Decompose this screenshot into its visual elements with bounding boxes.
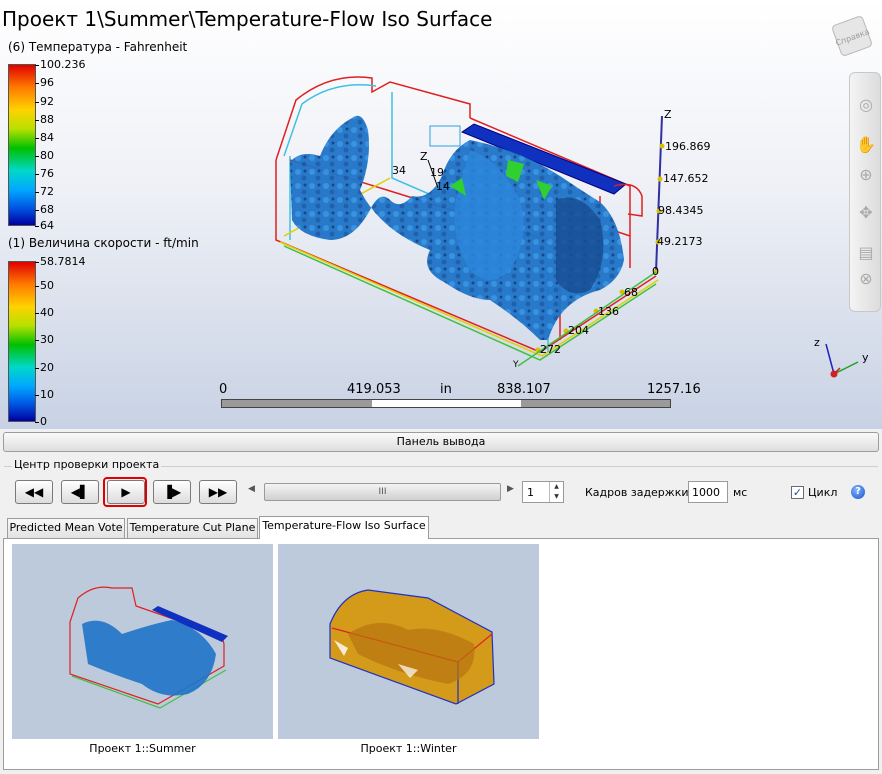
rewind-button[interactable]: ◀◀ <box>15 480 53 504</box>
scale-unit: in <box>440 382 452 397</box>
3d-viewport[interactable]: Проект 1\Summer\Temperature-Flow Iso Sur… <box>0 0 882 429</box>
slider-left-arrow-icon[interactable]: ◀ <box>248 484 255 494</box>
winter-preview <box>329 589 495 705</box>
scale-segment <box>222 400 372 407</box>
scale-label-2: 838.107 <box>497 382 551 397</box>
thumbnail-summer-caption: Проект 1::Summer <box>89 742 196 755</box>
settings-icon[interactable]: ⊗ <box>856 269 876 289</box>
y-axis-tick: 272 <box>540 343 561 356</box>
loop-checkbox[interactable]: ✓ <box>791 486 804 499</box>
scale-segment <box>521 400 670 407</box>
y-axis-tick: 204 <box>568 324 589 337</box>
app-root: Проект 1\Summer\Temperature-Flow Iso Sur… <box>0 0 882 774</box>
inner-z-label: Z <box>420 150 428 163</box>
fast-forward-button[interactable]: ▶▶ <box>199 480 237 504</box>
z-axis-tick: 49.2173 <box>657 235 703 248</box>
delay-label: Кадров задержки: <box>585 486 693 499</box>
iso-surface-model <box>275 76 665 367</box>
y-axis-label: Y <box>513 360 519 370</box>
triad-z-label: z <box>814 336 820 349</box>
step-forward-button[interactable]: ▐▶ <box>153 480 191 504</box>
triad-y-label: y <box>862 351 868 364</box>
y-axis-tick: 136 <box>598 305 619 318</box>
scale-bar <box>221 399 671 408</box>
help-icon[interactable]: ? <box>851 485 865 499</box>
frame-slider[interactable]: ◀ III ▶ <box>244 481 518 503</box>
slider-right-arrow-icon[interactable]: ▶ <box>507 484 514 494</box>
inner-label: 34 <box>392 164 406 177</box>
delay-unit: мс <box>733 486 748 499</box>
inner-label: 19 <box>430 166 444 179</box>
summer-preview <box>69 586 228 709</box>
look-at-icon[interactable]: ✥ <box>856 203 876 223</box>
frame-value: 1 <box>527 486 534 499</box>
zoom-icon[interactable]: ⊕ <box>856 165 876 185</box>
help-badge-icon[interactable]: Справка <box>830 14 874 58</box>
tab-panel: Проект 1::Summer Проект 1::Winter <box>3 538 879 770</box>
tab-predicted-mean-vote[interactable]: Predicted Mean Vote <box>7 518 125 538</box>
z-axis-tick: 196.869 <box>665 140 711 153</box>
pan-icon[interactable]: ✋ <box>856 135 876 155</box>
tab-temperature-cut-plane[interactable]: Temperature Cut Plane <box>127 518 258 538</box>
scale-label-0: 0 <box>219 382 228 397</box>
output-panel-button[interactable]: Панель вывода <box>3 432 879 452</box>
scale-label-1: 419.053 <box>347 382 401 397</box>
thumbnail-winter[interactable] <box>278 544 539 739</box>
z-axis-label: Z <box>664 108 672 121</box>
play-highlight <box>103 477 147 507</box>
loop-label: Цикл <box>808 486 838 499</box>
tab-temperature-flow-iso-surface[interactable]: Temperature-Flow Iso Surface <box>259 516 429 539</box>
project-center-title: Центр проверки проекта <box>12 458 162 471</box>
y-axis-tick: 68 <box>624 286 638 299</box>
z-axis-tick: 147.652 <box>663 172 709 185</box>
z-axis-tick: 98.4345 <box>658 204 704 217</box>
orbit-icon[interactable]: ◎ <box>856 95 876 115</box>
frame-spinner[interactable]: 1 ▲ ▼ <box>522 481 564 503</box>
spinner-arrows-icon[interactable]: ▲ ▼ <box>549 482 563 502</box>
thumbnail-summer[interactable] <box>12 544 273 739</box>
slider-thumb[interactable]: III <box>264 483 501 501</box>
z-axis-tick: 0 <box>652 265 659 278</box>
inner-label: 14 <box>436 180 450 193</box>
navigation-bar: ◎ ✋ ⊕ ✥ ▤ ⊗ <box>849 72 881 312</box>
step-back-button[interactable]: ◀▌ <box>61 480 99 504</box>
scale-label-3: 1257.16 <box>647 382 701 397</box>
delay-input[interactable]: 1000 <box>688 481 728 503</box>
axis-triad-icon: z y <box>814 336 868 378</box>
camera-icon[interactable]: ▤ <box>856 243 876 263</box>
thumbnail-winter-caption: Проект 1::Winter <box>360 742 457 755</box>
